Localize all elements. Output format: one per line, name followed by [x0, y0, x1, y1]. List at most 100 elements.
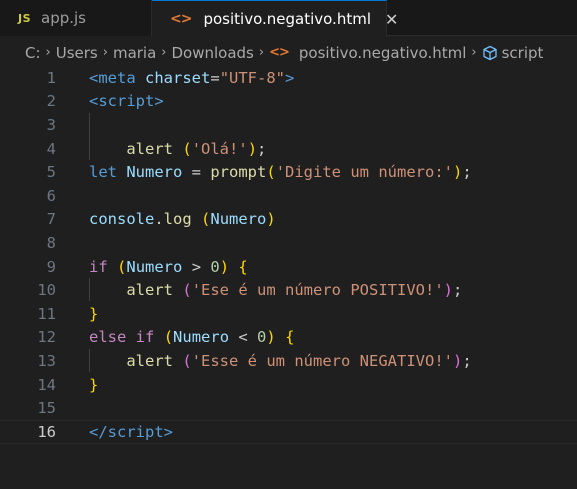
- code-line[interactable]: 7 console.log (Numero): [0, 208, 577, 232]
- code-line[interactable]: 2 <script>: [0, 90, 577, 114]
- code-token: 'Ese é um número POSITIVO!': [191, 281, 444, 300]
- line-number: 2: [46, 92, 56, 111]
- code-token: else: [89, 328, 127, 347]
- code-token: ): [266, 210, 276, 229]
- code-line[interactable]: 1 <meta charset="UTF-8">: [0, 66, 577, 90]
- code-text: alert ('Ese é um número POSITIVO!');: [89, 281, 462, 299]
- code-token: (: [182, 139, 192, 158]
- code-text: else if (Numero < 0) {: [89, 328, 294, 346]
- breadcrumb-item-script[interactable]: script: [502, 44, 544, 62]
- breadcrumb-item-maria[interactable]: maria: [113, 44, 156, 62]
- code-line[interactable]: 4 alert ('Olá!');: [0, 137, 577, 161]
- code-token: (: [117, 257, 127, 276]
- code-line[interactable]: 12 else if (Numero < 0) {: [0, 326, 577, 350]
- code-line[interactable]: 16 </script>: [0, 420, 577, 444]
- code-token: {: [285, 328, 295, 347]
- breadcrumb-item-downloads[interactable]: Downloads: [172, 44, 254, 62]
- line-number: 11: [37, 304, 56, 323]
- line-number: 4: [46, 139, 56, 158]
- code-token: .: [154, 210, 164, 229]
- code-token: ): [452, 351, 463, 370]
- code-token: ;: [453, 281, 463, 300]
- code-line[interactable]: 10 alert ('Ese é um número POSITIVO!');: [0, 278, 577, 302]
- code-token: =: [182, 163, 211, 182]
- code-line[interactable]: 6: [0, 184, 577, 208]
- code-token: 'Digite um número:': [275, 163, 453, 182]
- code-text: alert ('Olá!');: [89, 140, 266, 158]
- code-text: }: [89, 376, 98, 394]
- code-token: </: [89, 422, 108, 441]
- code-text: let Numero = prompt('Digite um número:')…: [89, 163, 472, 181]
- code-text: alert ('Esse é um número NEGATIVO!');: [89, 351, 472, 370]
- cube-symbol-icon: [482, 45, 497, 60]
- line-number: 3: [46, 115, 56, 134]
- code-token: script: [107, 422, 164, 441]
- code-line[interactable]: 9 if (Numero > 0) {: [0, 255, 577, 279]
- code-token: }: [89, 304, 99, 323]
- code-token: ): [443, 281, 453, 300]
- line-number: 8: [46, 233, 56, 252]
- line-number: 12: [37, 328, 56, 347]
- line-number: 13: [37, 351, 56, 370]
- code-line[interactable]: 5 let Numero = prompt('Digite um número:'…: [0, 160, 577, 184]
- code-token: (: [201, 210, 211, 229]
- code-line[interactable]: 13 alert ('Esse é um número NEGATIVO!');: [0, 349, 577, 373]
- code-token: 'Olá!': [191, 139, 248, 158]
- line-number: 10: [37, 281, 56, 300]
- code-token: meta: [98, 68, 136, 87]
- html-file-icon: <>: [170, 11, 192, 27]
- breadcrumb: C: › Users › maria › Downloads › <> posi…: [0, 37, 577, 68]
- code-editor[interactable]: 1 <meta charset="UTF-8"> 2 <script> 3 4 alert…: [0, 66, 577, 489]
- code-line[interactable]: 11}: [0, 302, 577, 326]
- code-token: if: [89, 257, 108, 276]
- code-token: script: [98, 92, 155, 111]
- close-icon[interactable]: ✕: [385, 10, 398, 29]
- tab-app-js[interactable]: JS app.js: [0, 0, 152, 36]
- code-token: 0: [257, 328, 267, 347]
- code-token: <: [89, 92, 99, 111]
- code-token: charset: [145, 68, 211, 87]
- code-token: ): [247, 139, 258, 158]
- code-token: <: [89, 68, 99, 87]
- breadcrumb-item-file[interactable]: positivo.negativo.html: [299, 44, 467, 62]
- code-line[interactable]: 3: [0, 113, 577, 137]
- code-token: =: [210, 68, 220, 87]
- chevron-right-icon: ›: [102, 45, 108, 60]
- code-token: <: [229, 328, 258, 347]
- code-token: 'Esse é um número NEGATIVO!': [191, 351, 453, 370]
- code-token: }: [89, 375, 99, 394]
- code-token: ;: [462, 351, 472, 370]
- code-token: ;: [462, 163, 472, 182]
- code-text: }: [89, 305, 98, 323]
- tab-label: app.js: [41, 9, 87, 27]
- code-token: "UTF-8": [219, 68, 286, 87]
- chevron-right-icon: ›: [258, 45, 265, 60]
- line-number: 9: [46, 257, 56, 276]
- code-line[interactable]: 8: [0, 231, 577, 255]
- code-line[interactable]: 15: [0, 396, 577, 420]
- line-number: 7: [46, 210, 56, 229]
- tab-label: positivo.negativo.html: [203, 10, 371, 28]
- breadcrumb-item-drive[interactable]: C:: [25, 44, 41, 62]
- breadcrumb-item-users[interactable]: Users: [56, 44, 98, 62]
- code-token: ): [453, 163, 463, 182]
- code-token: (: [266, 163, 276, 182]
- tab-positivo-negativo-html[interactable]: <> positivo.negativo.html ✕: [152, 0, 398, 37]
- code-token: Numero: [126, 163, 183, 182]
- code-token: >: [285, 68, 295, 87]
- html-file-icon: <>: [269, 45, 290, 60]
- code-text: </script>: [89, 423, 173, 441]
- chevron-right-icon: ›: [471, 45, 477, 60]
- code-line[interactable]: 14}: [0, 373, 577, 397]
- code-token: ): [219, 257, 230, 276]
- chevron-right-icon: ›: [161, 45, 167, 60]
- code-token: Numero: [126, 257, 183, 276]
